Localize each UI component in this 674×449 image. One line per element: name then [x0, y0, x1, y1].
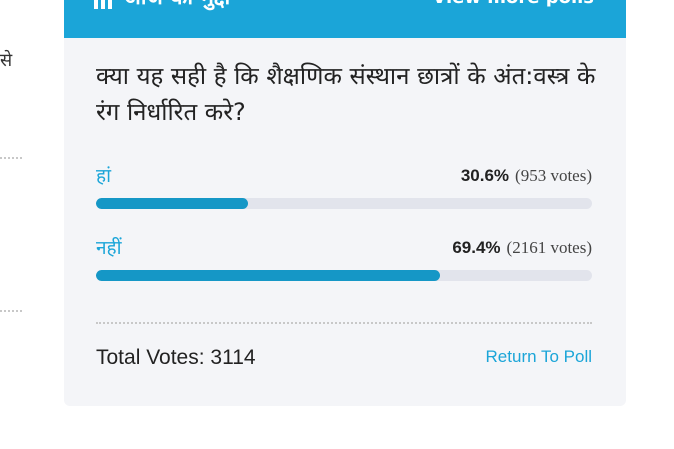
poll-result-bar-fill — [96, 270, 441, 281]
poll-header-title: आज का मुद्दा — [124, 0, 230, 9]
left-sidebar-fragment: से — [0, 0, 30, 449]
poll-option-stats: 30.6% (953 votes) — [461, 164, 592, 188]
poll-option-votes: (2161 votes) — [506, 238, 592, 257]
poll-result-bar-track — [96, 270, 592, 281]
poll-bars-icon — [94, 0, 112, 9]
poll-option-stats: 69.4% (2161 votes) — [452, 236, 592, 260]
poll-option-percent: 69.4% — [452, 238, 501, 257]
poll-header: आज का मुद्दा View more polls — [64, 0, 626, 38]
poll-result-bar-track — [96, 198, 592, 209]
sidebar-divider — [0, 310, 22, 312]
sidebar-text-fragment: से — [0, 50, 13, 71]
poll-result-bar-fill — [96, 198, 248, 209]
poll-widget: आज का मुद्दा View more polls क्या यह सही… — [64, 0, 626, 406]
poll-option-votes: (953 votes) — [515, 166, 592, 185]
poll-header-title-group: आज का मुद्दा — [94, 0, 230, 9]
poll-option-percent: 30.6% — [460, 166, 510, 185]
poll-question: क्या यह सही है कि शैक्षणिक संस्थान छात्र… — [96, 62, 596, 126]
poll-option-label: नहीं — [96, 237, 122, 259]
return-to-poll-link[interactable]: Return To Poll — [486, 347, 592, 367]
poll-option-label: हां — [96, 165, 112, 187]
sidebar-divider — [0, 157, 22, 159]
total-votes: Total Votes: 3114 — [96, 346, 256, 369]
view-more-polls-link[interactable]: View more polls — [432, 0, 594, 8]
poll-divider — [96, 322, 592, 324]
